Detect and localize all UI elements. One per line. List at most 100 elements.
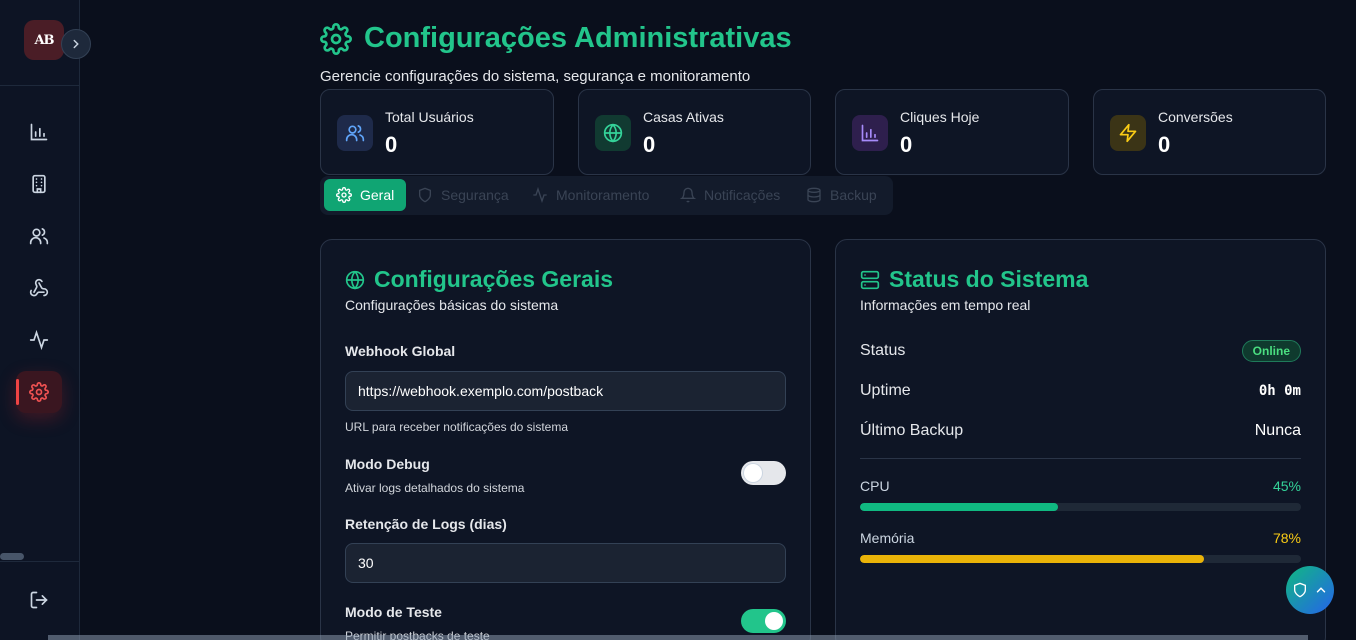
page-title: Configurações Administrativas bbox=[364, 22, 792, 54]
activity-icon bbox=[533, 187, 547, 203]
page-subtitle: Gerencie configurações do sistema, segur… bbox=[320, 68, 751, 85]
server-icon bbox=[860, 270, 880, 289]
globe-icon bbox=[603, 123, 623, 143]
stat-icon-wrap bbox=[337, 115, 373, 151]
sidebar-scrollbar[interactable] bbox=[0, 553, 24, 560]
card-title-text: Configurações Gerais bbox=[374, 266, 614, 292]
nav-settings[interactable] bbox=[16, 371, 62, 413]
debug-hint: Ativar logs detalhados do sistema bbox=[345, 481, 525, 495]
stat-card-clicks: Cliques Hoje 0 bbox=[835, 89, 1069, 175]
debug-label: Modo Debug bbox=[345, 456, 430, 472]
users-icon bbox=[345, 125, 365, 142]
card-subtitle: Configurações básicas do sistema bbox=[345, 297, 559, 313]
backup-value: Nunca bbox=[1254, 422, 1301, 439]
nav-monitoring[interactable] bbox=[16, 319, 62, 361]
webhook-icon bbox=[29, 278, 49, 297]
toggle-knob bbox=[765, 612, 783, 630]
building-icon bbox=[32, 174, 46, 194]
sidebar-toggle-button[interactable] bbox=[61, 29, 91, 59]
uptime-label: Uptime bbox=[860, 382, 911, 399]
stat-label: Total Usuários bbox=[385, 109, 474, 125]
tab-monitoramento[interactable]: Monitoramento bbox=[520, 179, 661, 211]
users-icon bbox=[29, 228, 49, 245]
memory-progress bbox=[860, 555, 1301, 563]
webhook-label: Webhook Global bbox=[345, 343, 456, 359]
divider bbox=[860, 458, 1301, 459]
stat-card-users: Total Usuários 0 bbox=[320, 89, 554, 175]
database-icon bbox=[807, 187, 821, 203]
logout-icon bbox=[30, 591, 48, 609]
test-mode-toggle[interactable] bbox=[741, 609, 786, 633]
bell-icon bbox=[680, 187, 696, 203]
nav-houses[interactable] bbox=[16, 163, 62, 205]
tab-notificacoes[interactable]: Notificações bbox=[668, 179, 792, 211]
uptime-value: 0h 0m bbox=[1258, 383, 1301, 399]
tab-backup[interactable]: Backup bbox=[794, 179, 889, 211]
backup-label: Último Backup bbox=[860, 422, 964, 439]
stat-card-conversions: Conversões 0 bbox=[1093, 89, 1326, 175]
cpu-progress bbox=[860, 503, 1301, 511]
page-header: Configurações Administrativas bbox=[320, 22, 792, 55]
horizontal-scrollbar[interactable] bbox=[48, 635, 1308, 640]
stat-value: 0 bbox=[643, 132, 656, 157]
card-title: Status do Sistema bbox=[860, 266, 1088, 293]
status-label: Status bbox=[860, 342, 906, 359]
card-title: Configurações Gerais bbox=[345, 266, 613, 293]
nav-webhooks[interactable] bbox=[16, 267, 62, 309]
chevron-right-icon bbox=[73, 39, 79, 49]
tab-label: Monitoramento bbox=[556, 187, 650, 203]
shield-icon bbox=[1294, 582, 1306, 598]
stat-icon-wrap bbox=[852, 115, 888, 151]
bar-chart-icon bbox=[30, 123, 48, 141]
stat-icon-wrap bbox=[595, 115, 631, 151]
sidebar-divider bbox=[0, 85, 80, 86]
general-settings-card: Configurações Gerais Configurações básic… bbox=[320, 239, 811, 640]
logo-text: AB bbox=[34, 32, 54, 48]
memory-label: Memória bbox=[860, 530, 915, 546]
status-badge: Online bbox=[1241, 340, 1301, 362]
stat-value: 0 bbox=[1158, 132, 1171, 157]
logout-button[interactable] bbox=[16, 579, 62, 621]
settings-tabs: Geral Segurança Monitoramento Notificaçõ… bbox=[320, 176, 893, 215]
tab-label: Geral bbox=[360, 187, 395, 203]
security-fab-button[interactable] bbox=[1286, 566, 1334, 614]
stat-value: 0 bbox=[385, 132, 398, 157]
cpu-label: CPU bbox=[860, 478, 890, 494]
tab-seguranca[interactable]: Segurança bbox=[405, 179, 521, 211]
toggle-knob bbox=[744, 464, 762, 482]
stat-label: Cliques Hoje bbox=[900, 109, 980, 125]
webhook-hint: URL para receber notificações do sistema bbox=[345, 420, 568, 434]
retention-input[interactable] bbox=[345, 543, 786, 583]
tab-label: Backup bbox=[830, 187, 877, 203]
nav-users[interactable] bbox=[16, 215, 62, 257]
app-logo[interactable]: AB bbox=[24, 20, 64, 60]
stat-value: 0 bbox=[900, 132, 913, 157]
chevron-up-icon bbox=[1316, 587, 1326, 593]
card-subtitle: Informações em tempo real bbox=[860, 297, 1031, 313]
memory-progress-fill bbox=[860, 555, 1204, 563]
nav-dashboard[interactable] bbox=[16, 111, 62, 153]
tab-label: Segurança bbox=[441, 187, 509, 203]
stat-label: Casas Ativas bbox=[643, 109, 724, 125]
cpu-percent: 45% bbox=[1272, 478, 1301, 494]
zap-icon bbox=[1119, 123, 1137, 143]
card-title-text: Status do Sistema bbox=[889, 266, 1089, 292]
globe-icon bbox=[345, 270, 365, 290]
test-mode-label: Modo de Teste bbox=[345, 604, 442, 620]
bar-chart-icon bbox=[861, 124, 879, 142]
debug-toggle[interactable] bbox=[741, 461, 786, 485]
gear-icon bbox=[320, 22, 352, 55]
memory-percent: 78% bbox=[1272, 530, 1301, 546]
tab-geral[interactable]: Geral bbox=[324, 179, 407, 211]
tab-label: Notificações bbox=[704, 187, 781, 203]
cpu-progress-fill bbox=[860, 503, 1059, 511]
gear-icon bbox=[336, 187, 352, 203]
stat-label: Conversões bbox=[1158, 109, 1233, 125]
sidebar-divider bbox=[0, 561, 80, 562]
retention-label: Retenção de Logs (dias) bbox=[345, 516, 507, 532]
gear-icon bbox=[29, 382, 49, 402]
activity-icon bbox=[29, 330, 49, 350]
system-status-card: Status do Sistema Informações em tempo r… bbox=[835, 239, 1326, 640]
webhook-input[interactable] bbox=[345, 371, 786, 411]
stat-card-houses: Casas Ativas 0 bbox=[578, 89, 811, 175]
